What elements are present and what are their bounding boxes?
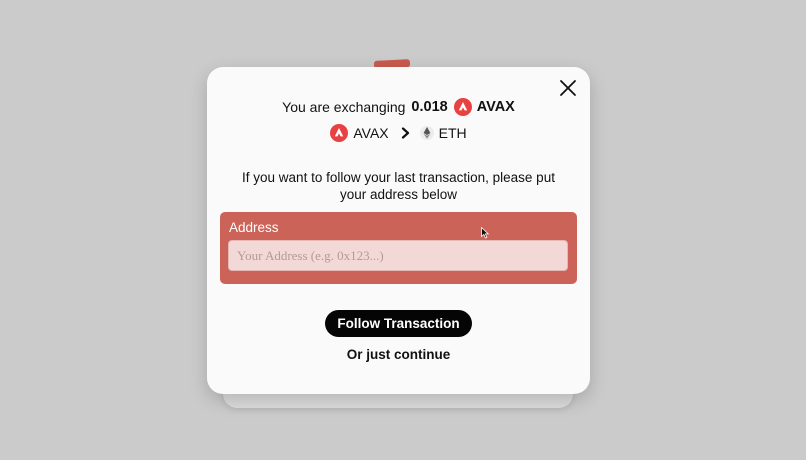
close-icon (560, 80, 576, 96)
exchange-prefix: You are exchanging (282, 99, 406, 115)
avax-icon (330, 124, 349, 142)
avax-icon (453, 98, 472, 116)
mouse-cursor-icon (481, 227, 489, 239)
address-input[interactable] (228, 240, 568, 271)
pair-from-token: AVAX (353, 125, 389, 141)
exchange-token: AVAX (476, 99, 515, 115)
token-pair: AVAX ETH (207, 124, 590, 142)
exchange-summary: You are exchanging 0.018 AVAX (207, 98, 590, 116)
follow-transaction-button[interactable]: Follow Transaction (325, 310, 472, 337)
close-button[interactable] (558, 78, 578, 98)
eth-icon (419, 126, 434, 140)
address-section: Address (220, 212, 577, 284)
exchange-amount: 0.018 (411, 99, 448, 115)
follow-transaction-modal: You are exchanging 0.018 AVAX AVAX ETH I… (207, 67, 590, 394)
pair-to-token: ETH (438, 125, 467, 141)
address-label: Address (229, 220, 279, 235)
instruction-text: If you want to follow your last transact… (242, 170, 555, 202)
chevron-right-icon (401, 127, 409, 139)
continue-link[interactable]: Or just continue (207, 347, 590, 362)
